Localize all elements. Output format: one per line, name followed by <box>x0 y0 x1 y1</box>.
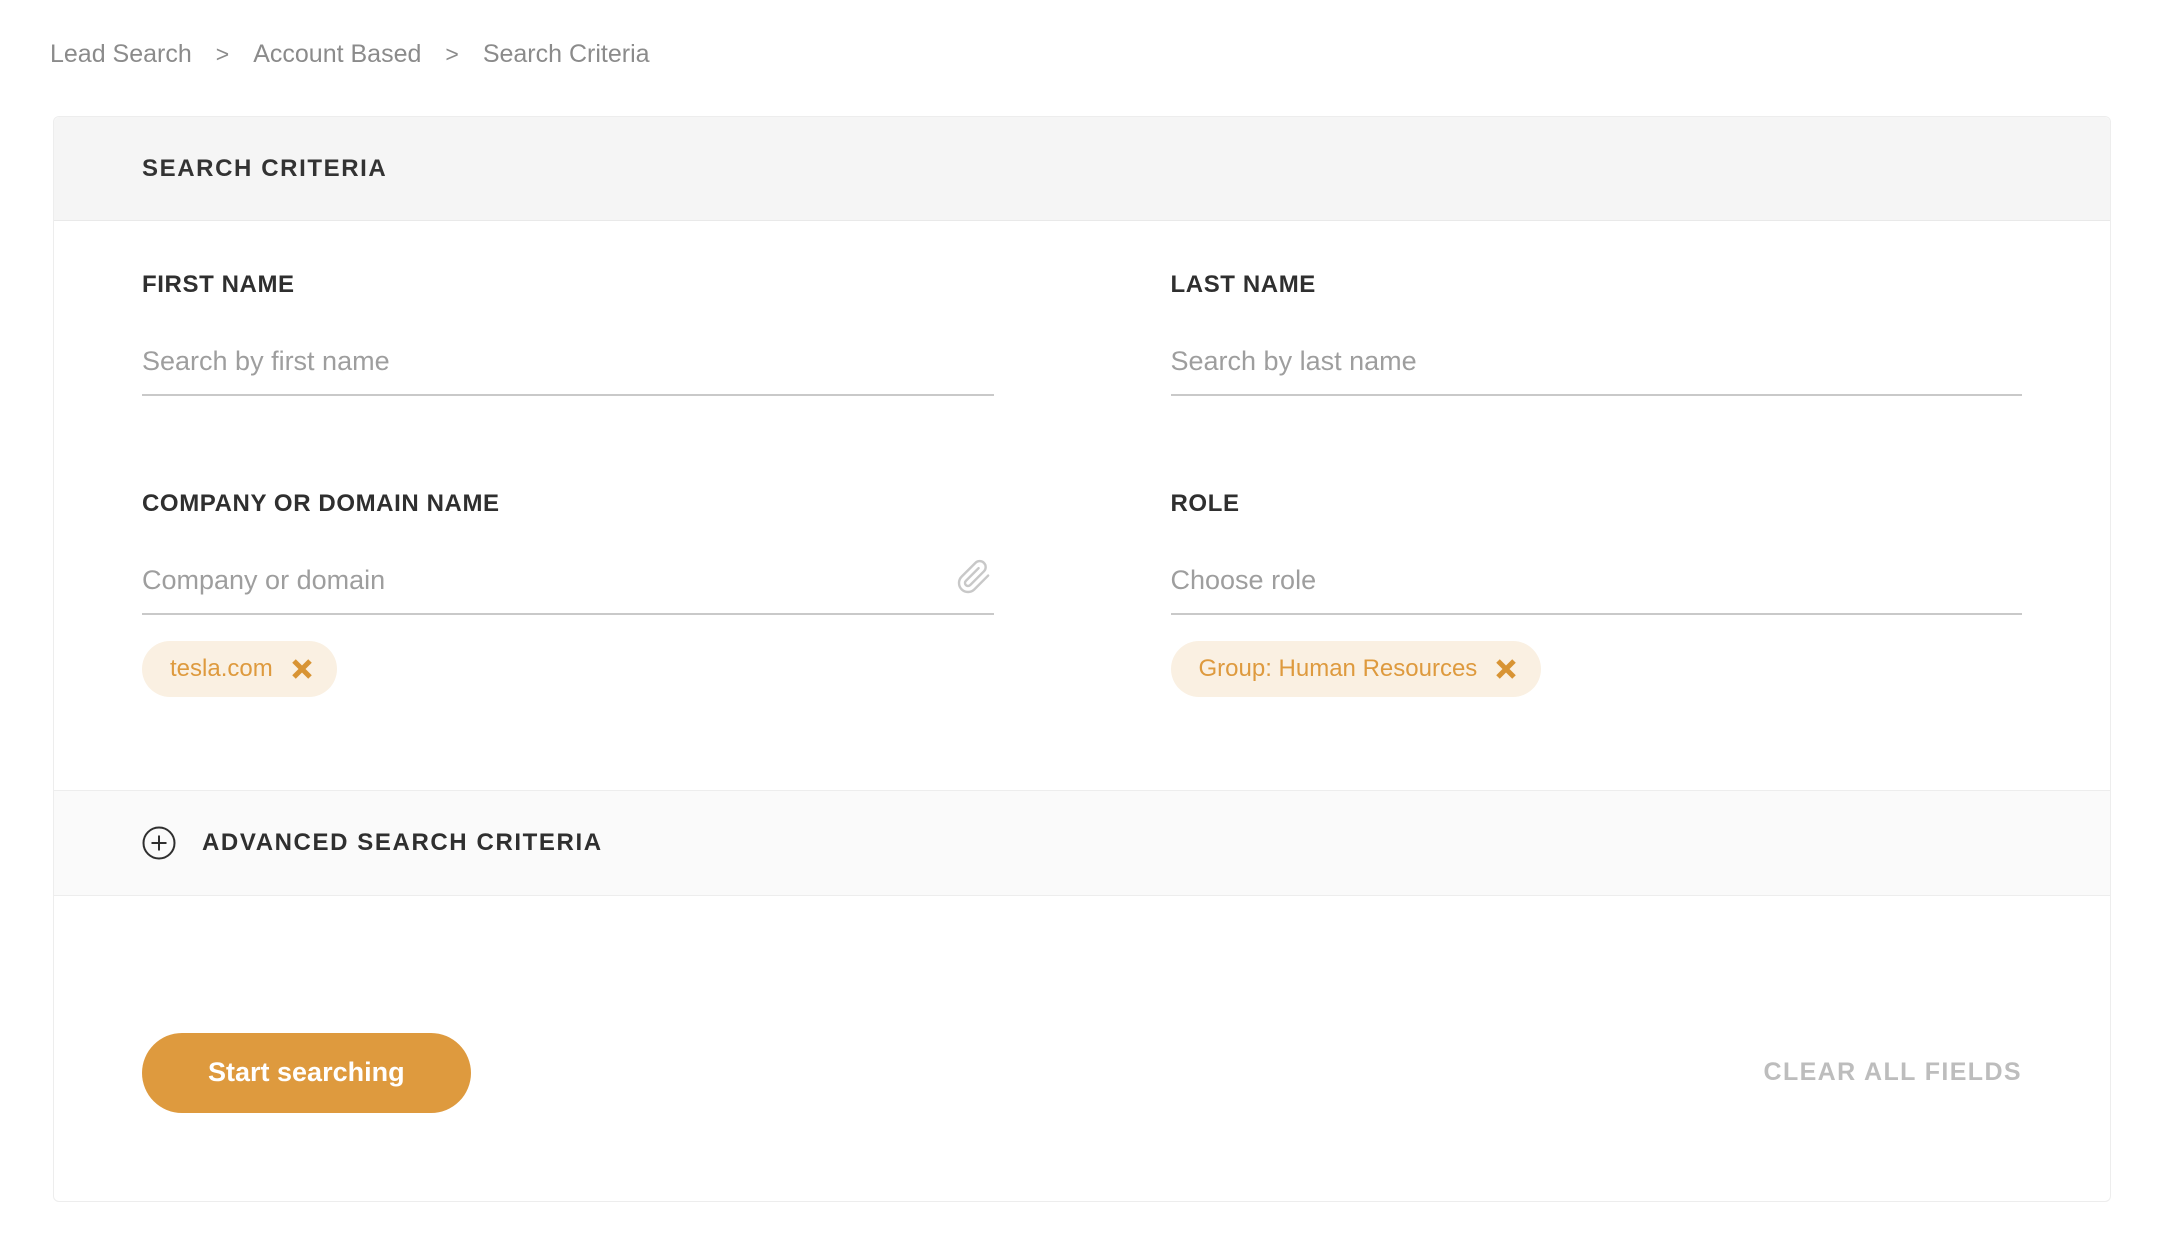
search-fields: FIRST NAME LAST NAME COMPANY OR DOMAIN N… <box>54 221 2110 790</box>
company-input[interactable] <box>142 563 994 615</box>
card-header: SEARCH CRITERIA <box>54 117 2110 221</box>
search-criteria-card: SEARCH CRITERIA FIRST NAME LAST NAME COM… <box>53 116 2111 1202</box>
company-label: COMPANY OR DOMAIN NAME <box>142 490 500 517</box>
role-field: ROLE Group: Human Resources <box>1170 396 2023 697</box>
start-searching-button[interactable]: Start searching <box>142 1032 471 1113</box>
breadcrumb-separator: > <box>445 41 459 67</box>
role-label: ROLE <box>1170 490 1240 517</box>
first-name-input[interactable] <box>142 344 994 396</box>
breadcrumb-lead-search[interactable]: Lead Search <box>50 40 192 69</box>
company-field: COMPANY OR DOMAIN NAME tesla.com <box>142 396 994 697</box>
advanced-search-label: ADVANCED SEARCH CRITERIA <box>202 829 603 856</box>
first-name-field: FIRST NAME <box>142 221 994 396</box>
last-name-field: LAST NAME <box>1170 221 2022 396</box>
role-tags: Group: Human Resources <box>1170 641 2023 697</box>
last-name-label: LAST NAME <box>1170 271 1316 298</box>
breadcrumb-account-based[interactable]: Account Based <box>253 40 421 69</box>
tag-group-human-resources: Group: Human Resources <box>1170 641 1542 697</box>
role-input[interactable] <box>1170 563 2022 615</box>
breadcrumb-separator: > <box>215 41 230 67</box>
last-name-input[interactable] <box>1170 344 2022 396</box>
paperclip-icon[interactable] <box>956 559 992 595</box>
card-footer: Start searching CLEAR ALL FIELDS <box>54 896 2110 1201</box>
first-name-label: FIRST NAME <box>142 271 295 298</box>
breadcrumb: Lead Search > Account Based > Search Cri… <box>50 40 650 69</box>
tag-label: tesla.com <box>170 655 273 682</box>
tag-tesla-com: tesla.com <box>142 641 337 697</box>
breadcrumb-search-criteria[interactable]: Search Criteria <box>483 40 650 69</box>
remove-tag-icon[interactable] <box>1495 658 1517 680</box>
card-title: SEARCH CRITERIA <box>142 154 388 182</box>
company-tags: tesla.com <box>142 641 994 697</box>
clear-all-fields-button[interactable]: CLEAR ALL FIELDS <box>1763 1058 2022 1087</box>
plus-circle-icon <box>142 826 176 860</box>
advanced-search-toggle[interactable]: ADVANCED SEARCH CRITERIA <box>54 790 2110 896</box>
tag-label: Group: Human Resources <box>1198 655 1478 682</box>
remove-tag-icon[interactable] <box>291 658 313 680</box>
